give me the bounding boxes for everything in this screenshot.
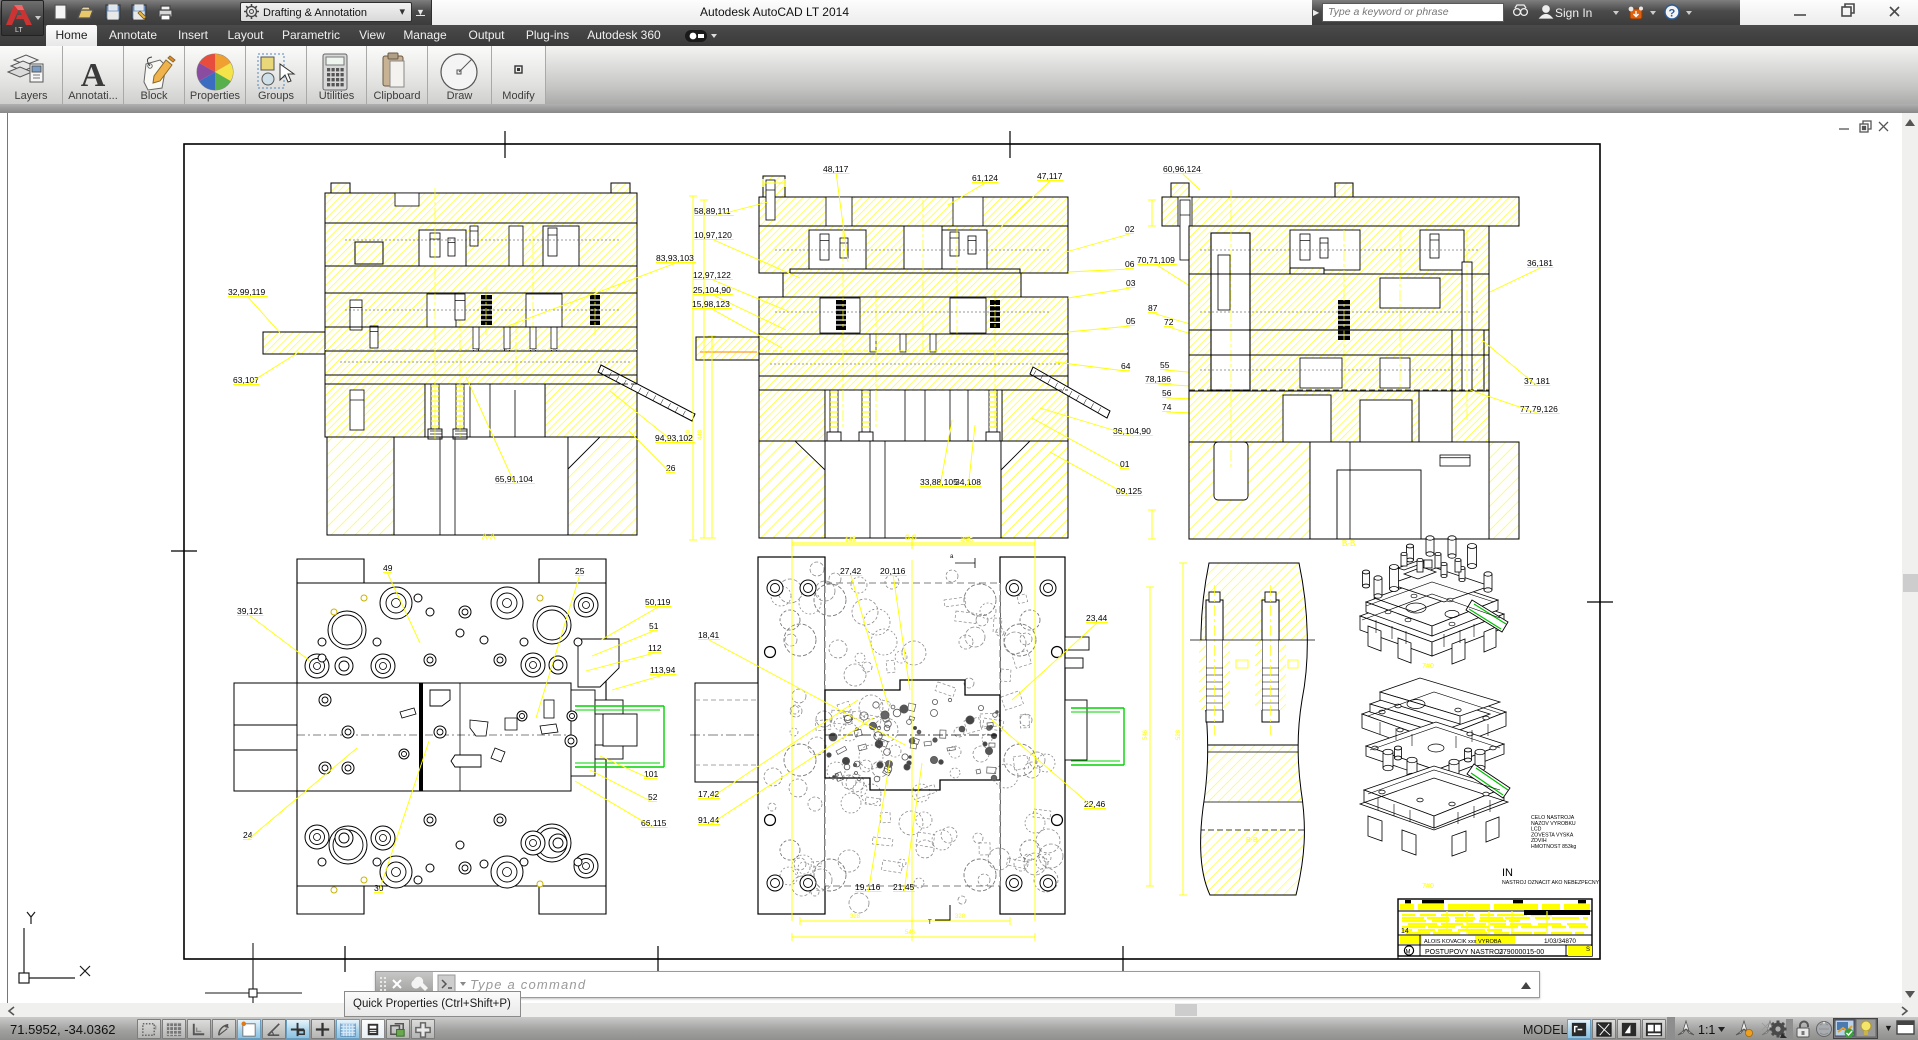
svg-text:LT: LT <box>15 27 23 34</box>
